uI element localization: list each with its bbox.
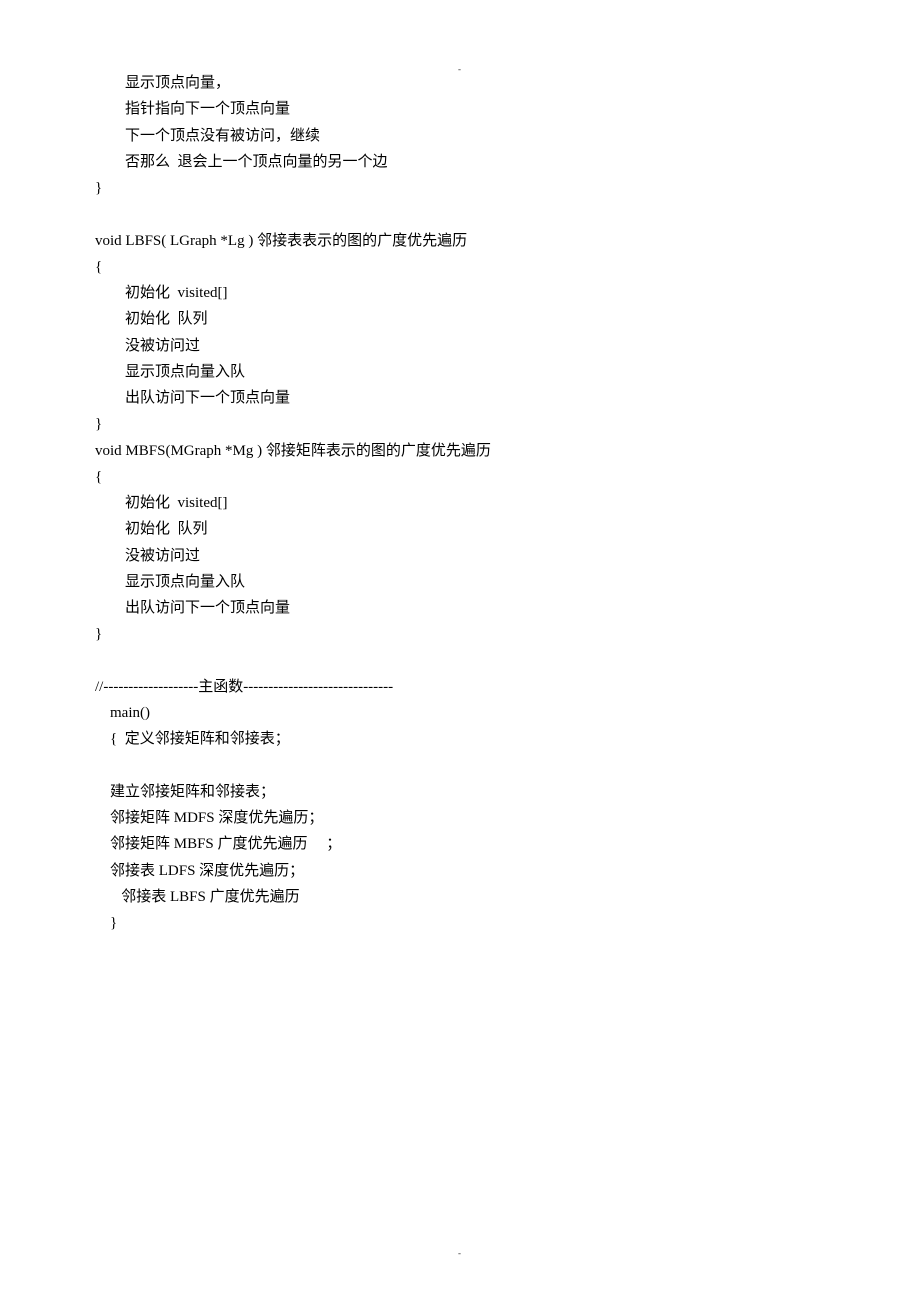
- blank-line: [95, 201, 825, 227]
- code-line: 初始化 visited[]: [95, 490, 825, 516]
- code-line: main(): [95, 700, 825, 726]
- code-line: 邻接表 LDFS 深度优先遍历；: [95, 858, 825, 884]
- code-block: 显示顶点向量， 指针指向下一个顶点向量 下一个顶点没有被访问，继续 否那么 退会…: [95, 70, 825, 936]
- code-line: 初始化 队列: [95, 306, 825, 332]
- code-line: {: [95, 254, 825, 280]
- code-line: }: [95, 910, 825, 936]
- code-line: 没被访问过: [95, 543, 825, 569]
- code-line: 建立邻接矩阵和邻接表；: [95, 779, 825, 805]
- document-page: - 显示顶点向量， 指针指向下一个顶点向量 下一个顶点没有被访问，继续 否那么 …: [0, 0, 920, 1302]
- code-line: { 定义邻接矩阵和邻接表；: [95, 726, 825, 752]
- page-marker-bottom: -: [458, 1246, 462, 1262]
- comment-line: //-------------------主函数----------------…: [95, 674, 825, 700]
- code-line: 显示顶点向量入队: [95, 359, 825, 385]
- code-line: 邻接矩阵 MDFS 深度优先遍历；: [95, 805, 825, 831]
- code-line: 指针指向下一个顶点向量: [95, 96, 825, 122]
- code-line: }: [95, 621, 825, 647]
- code-line: }: [95, 175, 825, 201]
- code-line: 否那么 退会上一个顶点向量的另一个边: [95, 149, 825, 175]
- code-line: {: [95, 464, 825, 490]
- code-line: }: [95, 411, 825, 437]
- code-line: 出队访问下一个顶点向量: [95, 595, 825, 621]
- code-line: 下一个顶点没有被访问，继续: [95, 123, 825, 149]
- code-line: void LBFS( LGraph *Lg ) 邻接表表示的图的广度优先遍历: [95, 228, 825, 254]
- code-line: 出队访问下一个顶点向量: [95, 385, 825, 411]
- blank-line: [95, 648, 825, 674]
- code-line: 邻接表 LBFS 广度优先遍历: [95, 884, 825, 910]
- code-line: 显示顶点向量入队: [95, 569, 825, 595]
- code-line: void MBFS(MGraph *Mg ) 邻接矩阵表示的图的广度优先遍历: [95, 438, 825, 464]
- code-line: 邻接矩阵 MBFS 广度优先遍历 ；: [95, 831, 825, 857]
- page-marker-top: -: [458, 62, 462, 78]
- code-line: 没被访问过: [95, 333, 825, 359]
- code-line: 初始化 visited[]: [95, 280, 825, 306]
- blank-line: [95, 753, 825, 779]
- code-line: 初始化 队列: [95, 516, 825, 542]
